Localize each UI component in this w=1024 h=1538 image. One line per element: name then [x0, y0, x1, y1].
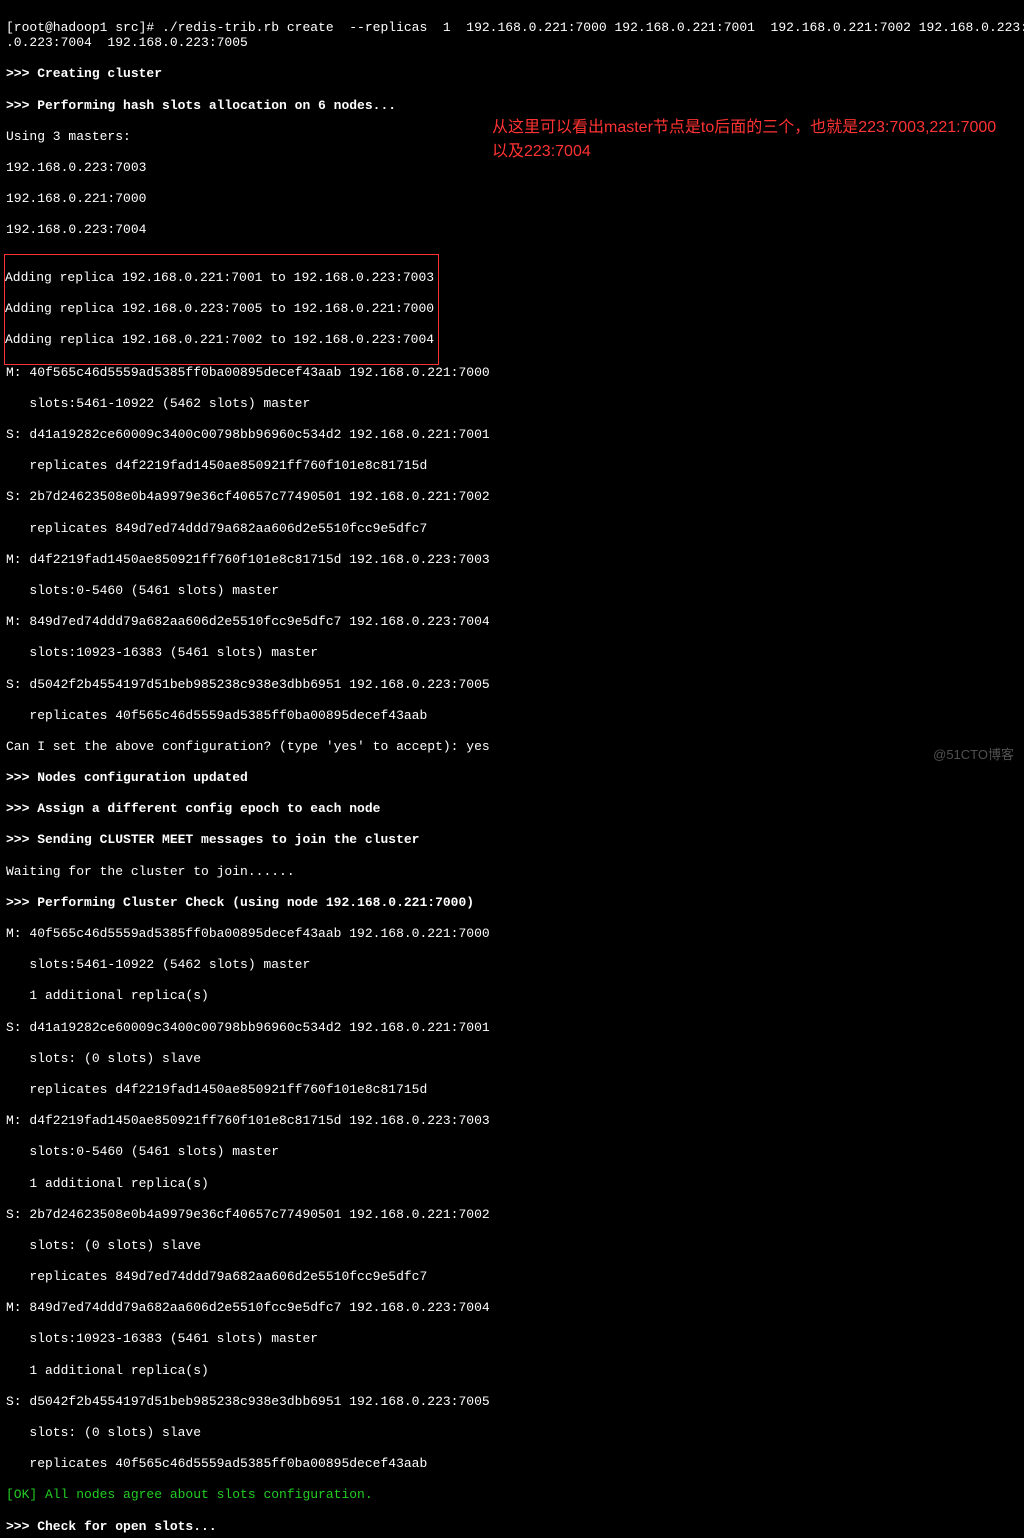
node-detail: slots: (0 slots) slave	[6, 1051, 1018, 1067]
node-detail: slots:0-5460 (5461 slots) master	[6, 583, 1018, 599]
node-detail: replicates d4f2219fad1450ae850921ff760f1…	[6, 458, 1018, 474]
node-detail: 1 additional replica(s)	[6, 1363, 1018, 1379]
node-line: S: 2b7d24623508e0b4a9979e36cf40657c77490…	[6, 489, 1018, 505]
node-detail: slots:0-5460 (5461 slots) master	[6, 1144, 1018, 1160]
status-line: >>> Sending CLUSTER MEET messages to joi…	[6, 832, 1018, 848]
node-line: M: d4f2219fad1450ae850921ff760f101e8c817…	[6, 1113, 1018, 1129]
replica-line: Adding replica 192.168.0.223:7005 to 192…	[5, 301, 434, 317]
master-node: 192.168.0.223:7004	[6, 222, 1018, 238]
node-line: M: 849d7ed74ddd79a682aa606d2e5510fcc9e5d…	[6, 1300, 1018, 1316]
status-line: >>> Check for open slots...	[6, 1519, 1018, 1535]
ok-line: [OK] All nodes agree about slots configu…	[6, 1487, 1018, 1503]
node-line: S: d5042f2b4554197d51beb985238c938e3dbb6…	[6, 677, 1018, 693]
node-detail: slots:10923-16383 (5461 slots) master	[6, 1331, 1018, 1347]
annotation-text: 从这里可以看出master节点是to后面的三个，也就是223:7003,221:…	[492, 116, 1012, 164]
node-detail: replicates 40f565c46d5559ad5385ff0ba0089…	[6, 708, 1018, 724]
node-detail: slots:10923-16383 (5461 slots) master	[6, 645, 1018, 661]
node-line: S: d41a19282ce60009c3400c00798bb96960c53…	[6, 427, 1018, 443]
node-detail: replicates 849d7ed74ddd79a682aa606d2e551…	[6, 521, 1018, 537]
node-line: M: d4f2219fad1450ae850921ff760f101e8c817…	[6, 552, 1018, 568]
node-line: S: d5042f2b4554197d51beb985238c938e3dbb6…	[6, 1394, 1018, 1410]
replica-line: Adding replica 192.168.0.221:7001 to 192…	[5, 270, 434, 286]
status-line: >>> Performing Cluster Check (using node…	[6, 895, 1018, 911]
node-line: M: 40f565c46d5559ad5385ff0ba00895decef43…	[6, 926, 1018, 942]
replica-line: Adding replica 192.168.0.221:7002 to 192…	[5, 332, 434, 348]
node-detail: slots: (0 slots) slave	[6, 1238, 1018, 1254]
prompt-line: Can I set the above configuration? (type…	[6, 739, 1018, 755]
status-line: >>> Nodes configuration updated	[6, 770, 1018, 786]
node-line: M: 849d7ed74ddd79a682aa606d2e5510fcc9e5d…	[6, 614, 1018, 630]
status-line: >>> Creating cluster	[6, 66, 1018, 82]
node-line: M: 40f565c46d5559ad5385ff0ba00895decef43…	[6, 365, 1018, 381]
node-line: S: 2b7d24623508e0b4a9979e36cf40657c77490…	[6, 1207, 1018, 1223]
watermark-text: @51CTO博客	[933, 747, 1014, 763]
status-line: >>> Performing hash slots allocation on …	[6, 98, 1018, 114]
master-node: 192.168.0.221:7000	[6, 191, 1018, 207]
node-line: S: d41a19282ce60009c3400c00798bb96960c53…	[6, 1020, 1018, 1036]
terminal-output: [root@hadoop1 src]# ./redis-trib.rb crea…	[0, 0, 1024, 1538]
node-detail: replicates 40f565c46d5559ad5385ff0ba0089…	[6, 1456, 1018, 1472]
node-detail: replicates 849d7ed74ddd79a682aa606d2e551…	[6, 1269, 1018, 1285]
output-line: Waiting for the cluster to join......	[6, 864, 1018, 880]
status-line: >>> Assign a different config epoch to e…	[6, 801, 1018, 817]
command-line: [root@hadoop1 src]# ./redis-trib.rb crea…	[6, 20, 1018, 51]
node-detail: 1 additional replica(s)	[6, 1176, 1018, 1192]
node-detail: replicates d4f2219fad1450ae850921ff760f1…	[6, 1082, 1018, 1098]
node-detail: slots:5461-10922 (5462 slots) master	[6, 957, 1018, 973]
node-detail: slots:5461-10922 (5462 slots) master	[6, 396, 1018, 412]
highlighted-replicas-box: Adding replica 192.168.0.221:7001 to 192…	[4, 254, 439, 365]
node-detail: slots: (0 slots) slave	[6, 1425, 1018, 1441]
node-detail: 1 additional replica(s)	[6, 988, 1018, 1004]
